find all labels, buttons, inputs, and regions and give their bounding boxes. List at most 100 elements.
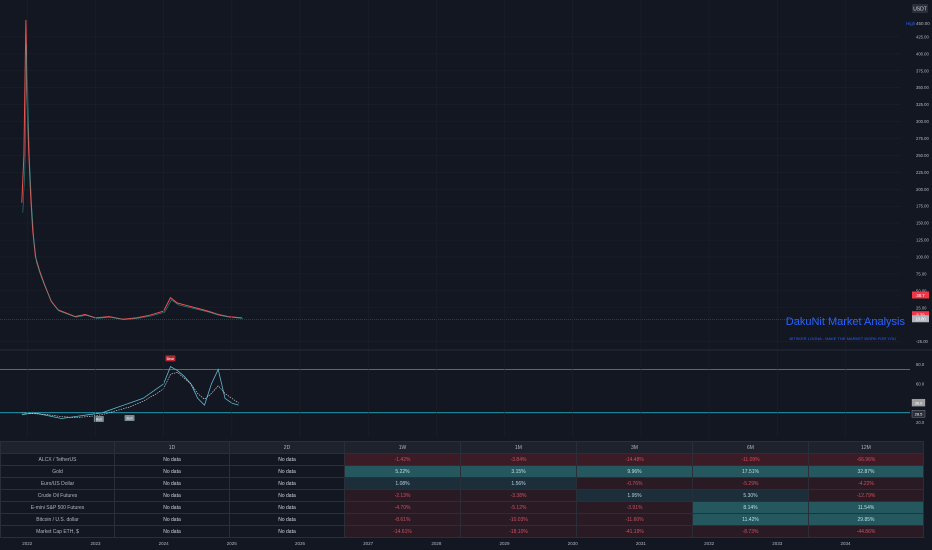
time-tick-label: 2026 <box>295 541 306 546</box>
time-tick-label: 2025 <box>227 541 238 546</box>
table-value-cell: No data <box>229 453 345 466</box>
signal-badge-label: Bull <box>96 418 102 422</box>
table-value-cell: 1.95% <box>576 489 693 502</box>
table-value-cell: 8.14% <box>692 501 809 514</box>
signal-badge-label: Bull <box>127 417 133 421</box>
table-row: Crude Oil Futures No data No data -2.13% -3.… <box>0 489 924 502</box>
table-value-cell: -5.12% <box>460 501 577 514</box>
table-value-cell: No data <box>229 501 345 514</box>
table-value-cell: -66.96% <box>808 453 924 466</box>
price-tick-label: 250.00 <box>916 153 929 158</box>
high-value: 450.00 <box>916 21 930 26</box>
price-tick-label: 175.00 <box>916 204 929 209</box>
table-value-cell: -8.61% <box>344 513 461 526</box>
table-value-cell: No data <box>229 465 345 478</box>
table-value-cell: No data <box>229 513 345 526</box>
table-row: Gold No data No data 5.22% 3.15% 9.96% 17.51% 3… <box>0 465 924 478</box>
price-tick-label: 425.00 <box>916 34 929 39</box>
table-row: Euro/US Dollar No data No data 1.08% 1.56% -0… <box>0 477 924 490</box>
table-value-cell: -2.13% <box>344 489 461 502</box>
table-value-cell: 17.51% <box>692 465 809 478</box>
table-value-cell: 5.30% <box>692 489 809 502</box>
price-axis-badge-label: 38.7 <box>916 293 925 298</box>
price-tick-label: 375.00 <box>916 68 929 73</box>
time-tick-label: 2033 <box>772 541 783 546</box>
table-value-cell: -4.70% <box>344 501 461 514</box>
table-value-cell: 32.87% <box>808 465 924 478</box>
table-header-cell: 2D <box>229 441 345 454</box>
table-value-cell: No data <box>229 489 345 502</box>
table-value-cell: -3.91% <box>576 501 693 514</box>
time-tick-label: 2029 <box>500 541 511 546</box>
price-axis-badge-label: 10.80 <box>915 317 926 322</box>
price-tick-label: 100.00 <box>916 254 929 259</box>
table-header-cell: 12M <box>808 441 924 454</box>
price-tick-label: 150.00 <box>916 221 929 226</box>
table-value-cell: -4.22% <box>808 477 924 490</box>
watermark-title: DakuNit Market Analysis <box>786 316 906 328</box>
table-symbol-cell: Market Cap ETH, $ <box>0 525 115 538</box>
table-value-cell: No data <box>229 477 345 490</box>
table-value-cell: No data <box>114 513 230 526</box>
time-tick-label: 2032 <box>704 541 715 546</box>
table-value-cell: No data <box>114 453 230 466</box>
price-pane[interactable]: 425.00 400.00 375.00 350.00 325.00 300.00 275.… <box>0 19 929 344</box>
table-value-cell: -0.76% <box>576 477 693 490</box>
table-symbol-cell: ALCX / TetherUS <box>0 453 115 466</box>
osc-value-badge-label: 28.5 <box>915 411 924 416</box>
price-tick-label: 275.00 <box>916 136 929 141</box>
table-value-cell: No data <box>114 501 230 514</box>
time-tick-label: 2031 <box>636 541 647 546</box>
table-value-cell: No data <box>114 465 230 478</box>
table-value-cell: -10.03% <box>460 513 577 526</box>
table-value-cell: 1.08% <box>344 477 461 490</box>
table-header-cell: 3M <box>576 441 693 454</box>
oscillator-signal-line <box>21 371 239 418</box>
price-series-line <box>21 19 243 320</box>
time-tick-label: 2022 <box>22 541 33 546</box>
oscillator-pane[interactable]: 80.060.040.020.0BearBullBull38.028.5 <box>0 349 932 425</box>
osc-tick-label: 20.0 <box>916 420 925 425</box>
table-value-cell: -14.61% <box>344 525 461 538</box>
table-value-cell: -11.60% <box>576 513 693 526</box>
price-tick-label: -25.00 <box>916 339 929 344</box>
table-value-cell: 3.15% <box>460 465 577 478</box>
price-tick-label: 200.00 <box>916 187 929 192</box>
table-value-cell: -12.79% <box>808 489 924 502</box>
time-tick-label: 2030 <box>568 541 579 546</box>
price-tick-label: 325.00 <box>916 102 929 107</box>
watermark-subtitle: BITSKER LOGNA - MAKE THE MARKET WORK FOR… <box>790 336 897 341</box>
price-tick-label: 400.00 <box>916 51 929 56</box>
table-row: Market Cap ETH, $ No data No data -14.61% -1… <box>0 525 924 538</box>
currency-label: USDT <box>913 7 927 13</box>
table-value-cell: 11.54% <box>808 501 924 514</box>
table-value-cell: -18.10% <box>460 525 577 538</box>
osc-tick-label: 80.0 <box>916 362 925 367</box>
osc-tick-label: 60.0 <box>916 381 925 386</box>
table-value-cell: -41.19% <box>576 525 693 538</box>
table-row: Bitcoin / U.S. dollar No data No data -8.61… <box>0 513 924 526</box>
table-value-cell: -3.84% <box>460 453 577 466</box>
time-tick-label: 2034 <box>840 541 851 546</box>
performance-table: 1D 2D 1W 1M 3M 6M 12M ALCX / TetherUS No data No… <box>0 441 924 538</box>
high-label: High <box>906 21 916 26</box>
table-value-cell: -11.09% <box>692 453 809 466</box>
table-header-cell <box>0 441 115 454</box>
table-row: E-mini S&P 500 Futures No data No data -4.7… <box>0 501 924 514</box>
performance-table-header: 1D 2D 1W 1M 3M 6M 12M <box>0 441 924 454</box>
table-value-cell: -8.73% <box>692 525 809 538</box>
table-value-cell: -5.29% <box>692 477 809 490</box>
price-tick-label: 350.00 <box>916 85 929 90</box>
time-tick-label: 2028 <box>431 541 442 546</box>
table-value-cell: -14.48% <box>576 453 693 466</box>
table-value-cell: -44.86% <box>808 525 924 538</box>
table-value-cell: 5.22% <box>344 465 461 478</box>
table-value-cell: 1.56% <box>460 477 577 490</box>
table-value-cell: -1.42% <box>344 453 461 466</box>
time-tick-label: 2023 <box>90 541 101 546</box>
table-value-cell: -3.38% <box>460 489 577 502</box>
table-value-cell: No data <box>229 525 345 538</box>
table-value-cell: 11.42% <box>692 513 809 526</box>
table-value-cell: No data <box>114 525 230 538</box>
table-symbol-cell: Crude Oil Futures <box>0 489 115 502</box>
